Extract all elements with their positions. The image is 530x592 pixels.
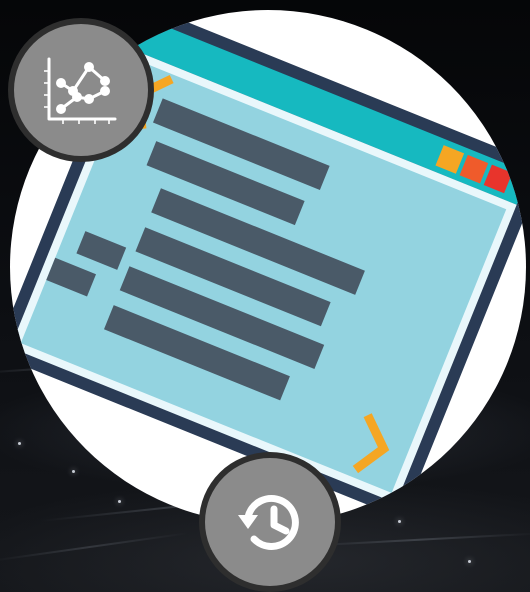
sparkle [468,560,471,563]
history-button[interactable] [199,452,341,592]
line-chart-icon [44,57,117,124]
chart-button[interactable] [8,18,154,162]
light-streak [0,532,189,562]
history-clock-icon [238,494,299,550]
